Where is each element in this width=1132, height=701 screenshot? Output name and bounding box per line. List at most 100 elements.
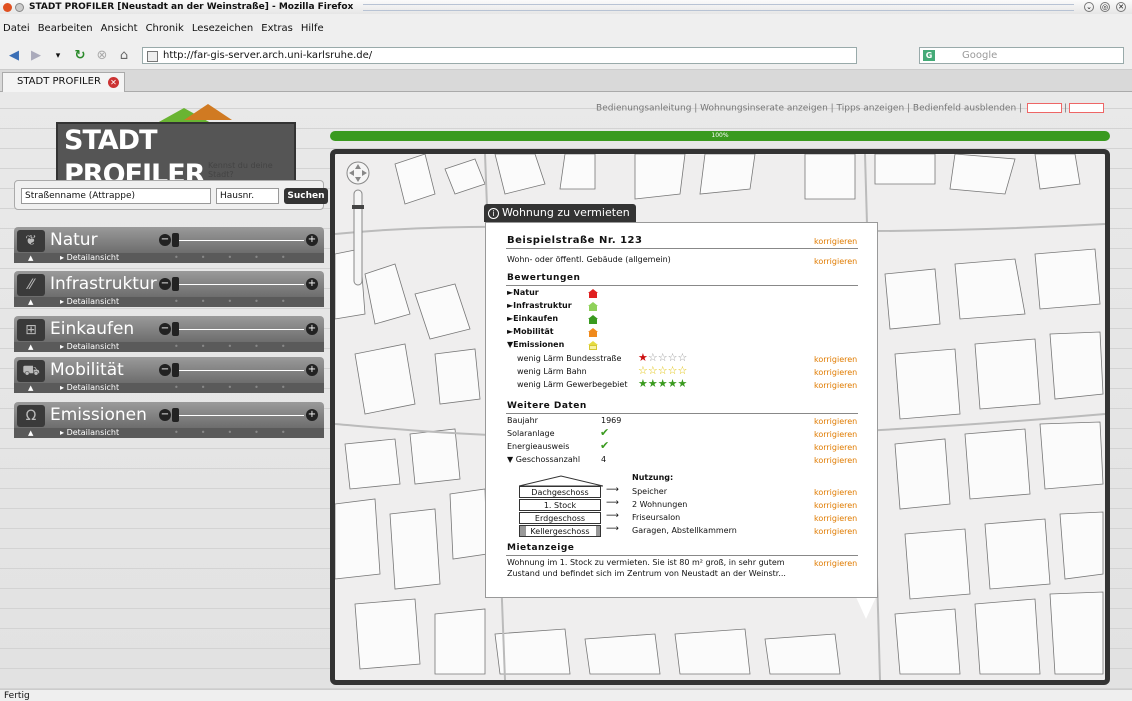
field-label[interactable]: ▼ Geschossanzahl (507, 455, 580, 464)
weight-slider[interactable] (172, 233, 179, 247)
korrigieren-link[interactable]: korrigieren (814, 417, 857, 426)
rating-mobilitaet[interactable]: ►Mobilität (507, 327, 554, 336)
korrigieren-link[interactable]: korrigieren (814, 257, 857, 266)
reload-icon[interactable]: ↻ (72, 48, 88, 64)
popup-tail (856, 597, 876, 619)
menu-lesezeichen[interactable]: Lesezeichen (192, 23, 253, 34)
divider (506, 413, 858, 414)
korrigieren-link[interactable]: korrigieren (814, 527, 857, 536)
rating-natur[interactable]: ►Natur (507, 288, 539, 297)
minimize-button[interactable]: ⌄ (1084, 2, 1094, 12)
slider-track[interactable] (179, 240, 304, 241)
korrigieren-link[interactable]: korrigieren (814, 381, 857, 390)
top-links: Bedienungsanleitung | Wohnungsinserate a… (596, 103, 1106, 114)
decrease-button[interactable]: − (159, 234, 171, 246)
stop-icon[interactable]: ⊗ (94, 48, 110, 64)
detail-link[interactable]: ▲ ▸ Detailansicht ••••• (14, 253, 324, 263)
detail-label: Detailansicht (66, 253, 120, 262)
ad-header: Mietanzeige (507, 543, 575, 553)
forward-icon[interactable]: ▶ (28, 48, 44, 64)
headphones-icon: Ω (17, 405, 45, 427)
category-emissionen: Ω Emissionen − + ▲ ▸ Detailansicht ••••• (14, 402, 324, 438)
detail-label: Detailansicht (66, 428, 120, 437)
ad-text-line2: Zustand und befindet sich im Zentrum von… (507, 569, 786, 578)
decrease-button[interactable]: − (159, 409, 171, 421)
detail-link[interactable]: ▲ ▸ Detailansicht ••••• (14, 297, 324, 307)
search-placeholder: Google (962, 50, 998, 61)
korrigieren-link[interactable]: korrigieren (814, 559, 857, 568)
field-label: Energieausweis (507, 442, 570, 451)
search-engine-input[interactable]: G Google (919, 47, 1124, 64)
decrease-button[interactable]: − (159, 278, 171, 290)
category-mobilitaet: ⛟ Mobilität − + ▲ ▸ Detailansicht ••••• (14, 357, 324, 393)
badge-icon-1[interactable] (1026, 103, 1062, 113)
detail-link[interactable]: ▲ ▸ Detailansicht ••••• (14, 428, 324, 438)
menu-bearbeiten[interactable]: Bearbeiten (38, 23, 93, 34)
history-dropdown-icon[interactable]: ▾ (50, 48, 66, 64)
url-bar[interactable]: http://far-gis-server.arch.uni-karlsruhe… (142, 47, 857, 64)
korrigieren-link[interactable]: korrigieren (814, 355, 857, 364)
map-zoom-control[interactable] (345, 160, 371, 290)
star-rating: ★★★★★ (638, 377, 688, 390)
korrigieren-link[interactable]: korrigieren (814, 514, 857, 523)
close-tab-icon[interactable]: ✕ (108, 77, 119, 88)
korrigieren-link[interactable]: korrigieren (814, 430, 857, 439)
increase-button[interactable]: + (306, 323, 318, 335)
arrow-icon: ⟶ (606, 485, 619, 495)
home-icon[interactable]: ⌂ (116, 48, 132, 64)
slider-track[interactable] (179, 284, 304, 285)
search-button[interactable]: Suchen (284, 188, 328, 204)
weight-slider[interactable] (172, 277, 179, 291)
slider-track[interactable] (179, 415, 304, 416)
menu-datei[interactable]: Datei (3, 23, 30, 34)
category-natur: ❦ Natur − + ▲ ▸ Detailansicht ••••• (14, 227, 324, 263)
tab-stadt-profiler[interactable]: STADT PROFILER [Neust... ✕ (2, 72, 125, 105)
menu-bar: Datei Bearbeiten Ansicht Chronik Lesezei… (0, 14, 1132, 42)
window-menu-icon[interactable] (15, 2, 24, 12)
korrigieren-link[interactable]: korrigieren (814, 237, 857, 246)
menu-hilfe[interactable]: Hilfe (301, 23, 324, 34)
google-icon[interactable]: G (923, 50, 935, 61)
checkmark-icon: ✔ (600, 439, 610, 452)
menu-extras[interactable]: Extras (261, 23, 293, 34)
weight-slider[interactable] (172, 322, 179, 336)
category-label: Einkaufen (50, 319, 135, 339)
logo-tagline: Kennst du deine Stadt? (208, 161, 273, 179)
close-window-button[interactable]: ✕ (1116, 2, 1126, 12)
increase-button[interactable]: + (306, 409, 318, 421)
navigation-toolbar: ◀ ▶ ▾ ↻ ⊗ ⌂ http://far-gis-server.arch.u… (0, 42, 1132, 70)
pan-zoom-icon[interactable] (345, 160, 371, 290)
slider-track[interactable] (179, 370, 304, 371)
increase-button[interactable]: + (306, 364, 318, 376)
decrease-button[interactable]: − (159, 364, 171, 376)
slider-track[interactable] (179, 329, 304, 330)
weight-slider[interactable] (172, 408, 179, 422)
maximize-button[interactable]: ◎ (1100, 2, 1110, 12)
badge-icon-2[interactable] (1069, 103, 1104, 113)
korrigieren-link[interactable]: korrigieren (814, 456, 857, 465)
increase-button[interactable]: + (306, 234, 318, 246)
arrow-icon: ⟶ (606, 498, 619, 508)
top-links-text[interactable]: Bedienungsanleitung | Wohnungsinserate a… (596, 104, 1022, 114)
rating-emissionen[interactable]: ▼Emissionen (507, 340, 564, 349)
floor-use: Garagen, Abstellkammern (632, 526, 737, 535)
street-input[interactable]: Straßenname (Attrappe) (21, 188, 211, 204)
korrigieren-link[interactable]: korrigieren (814, 443, 857, 452)
rating-einkaufen[interactable]: ►Einkaufen (507, 314, 558, 323)
weight-slider[interactable] (172, 363, 179, 377)
menu-chronik[interactable]: Chronik (146, 23, 184, 34)
tab-bar: STADT PROFILER [Neust... ✕ (0, 70, 1132, 105)
increase-button[interactable]: + (306, 278, 318, 290)
korrigieren-link[interactable]: korrigieren (814, 488, 857, 497)
arrow-icon: ⟶ (606, 511, 619, 521)
menu-ansicht[interactable]: Ansicht (101, 23, 138, 34)
korrigieren-link[interactable]: korrigieren (814, 501, 857, 510)
decrease-button[interactable]: − (159, 323, 171, 335)
ratings-header: Bewertungen (507, 273, 581, 283)
korrigieren-link[interactable]: korrigieren (814, 368, 857, 377)
house-number-input[interactable]: Hausnr. (216, 188, 279, 204)
detail-link[interactable]: ▲ ▸ Detailansicht ••••• (14, 342, 324, 352)
back-icon[interactable]: ◀ (6, 48, 22, 64)
rating-infrastruktur[interactable]: ►Infrastruktur (507, 301, 572, 310)
detail-link[interactable]: ▲ ▸ Detailansicht ••••• (14, 383, 324, 393)
